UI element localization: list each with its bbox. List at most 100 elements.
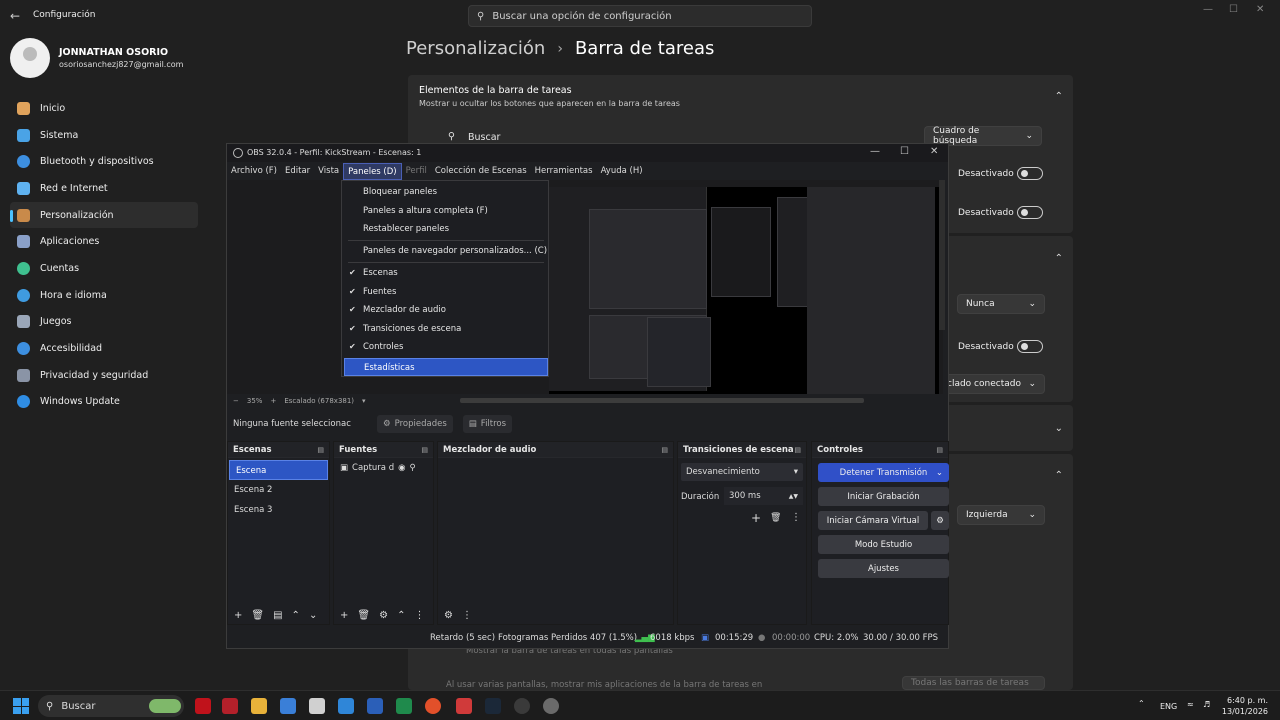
never-dropdown[interactable]: Nunca ⌄ (957, 294, 1045, 314)
spinner-icon[interactable]: ▲▼ (789, 493, 798, 500)
trash-icon[interactable]: 🗑 (251, 610, 264, 621)
more-icon[interactable]: ⋮ (414, 610, 424, 621)
chevron-down-icon[interactable]: ⌄ (1055, 423, 1063, 434)
menu-archivo[interactable]: Archivo (F) (227, 163, 281, 180)
sidebar-item-privacidad[interactable]: Privacidad y seguridad (10, 362, 198, 389)
menu-item-controls[interactable]: ✔ Controles (342, 338, 548, 356)
photos-icon[interactable] (338, 698, 354, 714)
language-indicator[interactable]: ENG (1160, 702, 1177, 711)
undock-icon[interactable]: ▤ (317, 446, 324, 454)
toggle-switch[interactable] (1017, 167, 1043, 180)
system-clock[interactable]: 6:40 p. m. 13/01/2026 (1222, 695, 1268, 717)
minimize-icon[interactable]: — (870, 146, 880, 157)
chevron-up-icon[interactable]: ⌃ (1055, 253, 1063, 264)
scene-item[interactable]: Escena (229, 460, 328, 480)
menu-herramientas[interactable]: Herramientas (531, 163, 597, 180)
word-icon[interactable] (367, 698, 383, 714)
close-icon[interactable]: ✕ (930, 146, 938, 157)
virtual-camera-settings-button[interactable]: ⚙ (931, 511, 949, 530)
wifi-icon[interactable]: ≈ (1187, 700, 1194, 709)
steam-icon[interactable] (485, 698, 501, 714)
menu-item-scenes[interactable]: ✔ Escenas (342, 264, 548, 282)
volume-icon[interactable]: ♬ (1203, 700, 1210, 709)
preview-scrollbar[interactable] (939, 180, 945, 330)
start-recording-button[interactable]: Iniciar Grabación (818, 487, 949, 506)
more-icon[interactable]: ⋮ (462, 610, 472, 621)
store-icon[interactable] (280, 698, 296, 714)
undock-icon[interactable]: ▤ (794, 446, 801, 454)
excel-icon[interactable] (396, 698, 412, 714)
menu-ayuda[interactable]: Ayuda (H) (597, 163, 647, 180)
gear-icon[interactable]: ⚙ (379, 610, 388, 621)
back-arrow-icon[interactable]: ← (10, 9, 20, 23)
arrow-down-icon[interactable]: ⌄ (309, 610, 317, 621)
toggle-switch[interactable] (1017, 206, 1043, 219)
sidebar-item-windows-update[interactable]: Windows Update (10, 389, 198, 416)
scaling-dropdown-icon[interactable]: ▾ (362, 397, 366, 405)
preview-area[interactable] (227, 180, 943, 394)
scene-item[interactable]: Escena 2 (228, 480, 329, 500)
minimize-icon[interactable]: — (1203, 4, 1213, 15)
add-icon[interactable]: + (234, 610, 242, 621)
chevron-up-icon[interactable]: ⌃ (1055, 470, 1063, 481)
menu-item-audio-mixer[interactable]: ✔ Mezclador de audio (342, 301, 548, 319)
sidebar-item-personalizacion[interactable]: Personalización (10, 201, 198, 229)
sidebar-item-cuentas[interactable]: Cuentas (10, 255, 198, 282)
breadcrumb-parent[interactable]: Personalización (406, 38, 545, 59)
preview-canvas[interactable] (549, 187, 939, 394)
sidebar-item-juegos[interactable]: Juegos (10, 309, 198, 336)
add-icon[interactable]: + (340, 610, 348, 621)
sidebar-item-sistema[interactable]: Sistema (10, 122, 198, 149)
zoom-in-icon[interactable]: + (270, 397, 276, 405)
sidebar-item-accesibilidad[interactable]: Accesibilidad (10, 335, 198, 362)
chevron-up-icon[interactable]: ⌃ (1055, 91, 1063, 102)
add-icon[interactable]: + (751, 511, 761, 525)
trash-icon[interactable]: 🗑 (770, 513, 781, 523)
settings-gear-icon[interactable] (543, 698, 559, 714)
menu-item-reset-panels[interactable]: Restablecer paneles (342, 220, 548, 238)
menu-item-custom-browser-panels[interactable]: Paneles de navegador personalizados... (… (342, 242, 548, 260)
toggle-switch[interactable] (1017, 340, 1043, 353)
chevron-up-icon[interactable]: ⌃ (1138, 699, 1145, 708)
menu-editar[interactable]: Editar (281, 163, 314, 180)
menu-item-full-height[interactable]: Paneles a altura completa (F) (342, 202, 548, 220)
sidebar-item-hora[interactable]: Hora e idioma (10, 282, 198, 309)
undock-icon[interactable]: ▤ (421, 446, 428, 454)
more-icon[interactable]: ⋮ (791, 512, 801, 523)
sidebar-item-red[interactable]: Red e Internet (10, 175, 198, 202)
sidebar-item-aplicaciones[interactable]: Aplicaciones (10, 228, 198, 255)
arrow-up-icon[interactable]: ⌃ (397, 610, 405, 621)
arrow-up-icon[interactable]: ⌃ (292, 610, 300, 621)
file-explorer-icon[interactable] (251, 698, 267, 714)
taskbar-search[interactable]: ⚲ Buscar (38, 695, 184, 717)
undock-icon[interactable]: ▤ (661, 446, 668, 454)
menu-item-sources[interactable]: ✔ Fuentes (342, 283, 548, 301)
filters-button[interactable]: ▤ Filtros (462, 415, 513, 433)
connected-dropdown[interactable]: clado conectado ⌄ (938, 374, 1045, 394)
trash-icon[interactable]: 🗑 (357, 610, 370, 621)
menu-vista[interactable]: Vista (314, 163, 343, 180)
virtual-camera-button[interactable]: Iniciar Cámara Virtual (818, 511, 928, 530)
settings-search-input[interactable]: ⚲ Buscar una opción de configuración (468, 5, 812, 27)
source-item[interactable]: ▣ Captura d ◉ ⚲ (334, 458, 433, 478)
menu-coleccion-escenas[interactable]: Colección de Escenas (431, 163, 531, 180)
eye-icon[interactable]: ◉ (398, 458, 405, 478)
maximize-icon[interactable]: ☐ (900, 146, 909, 157)
menu-item-scene-transitions[interactable]: ✔ Transiciones de escena (342, 320, 548, 338)
netflix-icon[interactable] (195, 698, 211, 714)
maximize-icon[interactable]: ☐ (1229, 4, 1238, 15)
brave-icon[interactable] (425, 698, 441, 714)
scene-item[interactable]: Escena 3 (228, 500, 329, 520)
undock-icon[interactable]: ▤ (936, 446, 943, 454)
studio-mode-button[interactable]: Modo Estudio (818, 535, 949, 554)
zoom-out-icon[interactable]: − (233, 397, 239, 405)
menu-item-stats[interactable]: Estadísticas (344, 358, 548, 376)
stop-stream-button[interactable]: Detener Transmisión ⌄ (818, 463, 949, 482)
obs-taskbar-icon[interactable] (514, 698, 530, 714)
menu-paneles[interactable]: Paneles (D) (343, 163, 402, 180)
sidebar-item-inicio[interactable]: Inicio (10, 95, 198, 122)
alignment-dropdown[interactable]: Izquierda ⌄ (957, 505, 1045, 525)
sidebar-item-bluetooth[interactable]: Bluetooth y dispositivos (10, 148, 198, 175)
mixer-settings-icon[interactable]: ⚙ (444, 610, 453, 621)
app-icon[interactable] (309, 698, 325, 714)
